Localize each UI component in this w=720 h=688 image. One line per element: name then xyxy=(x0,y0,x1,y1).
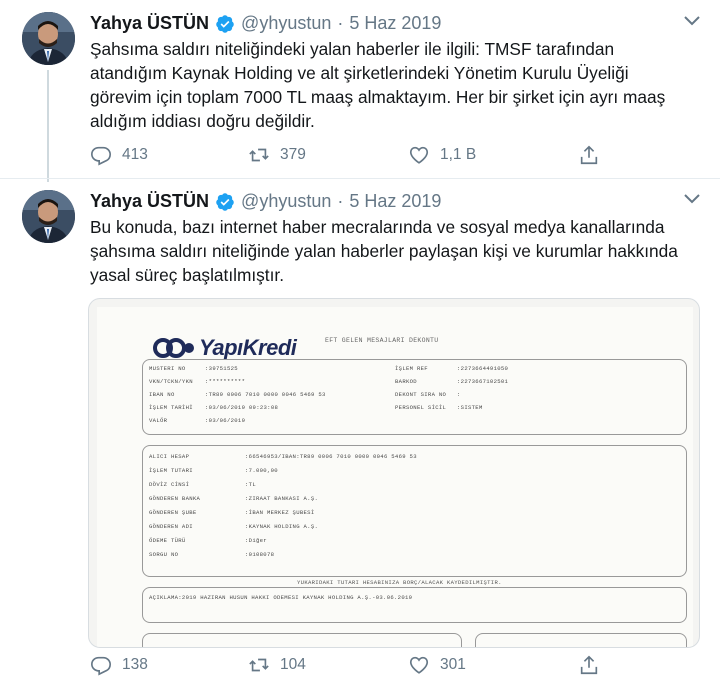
bank-receipt: YapıKredi EFT GELEN MESAJLARI DEKONTU MU… xyxy=(97,307,693,647)
tweet-text-line: görevim için toplam 7000 TL maaş almakta… xyxy=(90,87,666,107)
receipt-value: : xyxy=(457,391,461,398)
yapikredi-logo-mark-icon xyxy=(153,338,194,358)
like-button[interactable]: 301 xyxy=(408,654,466,676)
receipt-value: :********** xyxy=(205,378,246,385)
yapikredi-logo: YapıKredi xyxy=(152,335,297,361)
receipt-value: :39751525 xyxy=(205,365,238,372)
tweet-text-line: atandığım Kaynak Holding ve alt şirketle… xyxy=(90,63,629,83)
receipt-value: :ZIRAAT BANKASI A.Ş. xyxy=(245,495,319,502)
receipt-label: ÖDEME TÜRÜ xyxy=(149,537,186,544)
receipt-value: :Diğer xyxy=(245,537,267,544)
receipt-section-description xyxy=(142,587,687,623)
handle[interactable]: @yhyustun xyxy=(241,13,331,34)
thread-line xyxy=(47,70,49,182)
timestamp[interactable]: 5 Haz 2019 xyxy=(349,191,441,212)
separator: · xyxy=(337,13,344,33)
heart-icon xyxy=(409,656,429,674)
receipt-title: EFT GELEN MESAJLARI DEKONTU xyxy=(325,337,439,344)
share-icon xyxy=(580,655,598,675)
display-name[interactable]: Yahya ÜSTÜN xyxy=(90,191,209,212)
reply-icon xyxy=(91,146,111,166)
receipt-value: :TL xyxy=(245,481,256,488)
chevron-down-icon[interactable] xyxy=(682,14,702,28)
receipt-value: :7.000,00 xyxy=(245,467,278,474)
receipt-label: SORGU NO xyxy=(149,551,179,558)
tweet-text-line: aldığım iddiası doğru değildir. xyxy=(90,111,315,131)
separator: · xyxy=(337,191,344,211)
receipt-label: GÖNDEREN ŞUBE xyxy=(149,509,197,516)
handle[interactable]: @yhyustun xyxy=(241,191,331,212)
receipt-value: :66546953/IBAN:TR89 0006 7010 0000 0046 … xyxy=(245,453,417,460)
receipt-label: DEKONT SIRA NO xyxy=(395,391,447,398)
receipt-label: İŞLEM REF xyxy=(395,365,428,372)
retweet-icon xyxy=(249,658,269,672)
receipt-label: İŞLEM TUTARI xyxy=(149,467,193,474)
like-count: 301 xyxy=(440,656,466,673)
retweet-button[interactable]: 379 xyxy=(248,144,306,166)
tweet[interactable]: Yahya ÜSTÜN @yhyustun · 5 Haz 2019 Şahsı… xyxy=(0,0,720,182)
reply-count: 413 xyxy=(122,146,148,163)
verified-badge-icon xyxy=(216,192,234,211)
retweet-button[interactable]: 104 xyxy=(248,654,306,676)
verified-badge-icon xyxy=(216,14,234,33)
retweet-icon xyxy=(249,148,269,162)
receipt-value: :İBAN MERKEZ ŞUBESİ xyxy=(245,509,315,516)
receipt-value: :SISTEM xyxy=(457,404,483,411)
timestamp[interactable]: 5 Haz 2019 xyxy=(349,13,441,34)
receipt-description: AÇIKLAMA:2019 HAZIRAN HUSUN HAKKI ODEMES… xyxy=(149,594,413,601)
tweet-text: Bu konuda, bazı internet haber mecraları… xyxy=(90,215,700,287)
receipt-value: :03/06/2019 09:23:08 xyxy=(205,404,279,411)
like-count: 1,1 B xyxy=(440,146,477,163)
receipt-label: DÖVİZ CİNSİ xyxy=(149,481,190,488)
receipt-value: :2273667102501 xyxy=(457,378,509,385)
receipt-value: :KAYNAK HOLDING A.Ş. xyxy=(245,523,319,530)
receipt-section-footer xyxy=(475,633,687,647)
receipt-label: İŞLEM TARİHİ xyxy=(149,404,193,411)
receipt-label: BARKOD xyxy=(395,378,417,385)
tweet-text: Şahsıma saldırı niteliğindeki yalan habe… xyxy=(90,37,700,133)
avatar[interactable] xyxy=(22,12,75,65)
receipt-notice: YUKARIDAKI TUTARI HESABINIZA BORÇ/ALACAK… xyxy=(297,579,502,586)
share-icon xyxy=(580,145,598,165)
avatar[interactable] xyxy=(22,190,75,243)
heart-icon xyxy=(409,146,429,164)
receipt-label: GÖNDEREN ADI xyxy=(149,523,193,530)
receipt-section-transfer xyxy=(142,445,687,577)
reply-icon xyxy=(91,656,111,676)
tweet-header: Yahya ÜSTÜN @yhyustun · 5 Haz 2019 xyxy=(90,13,441,34)
receipt-label: MUSTERI NO xyxy=(149,365,186,372)
tweet-text-line: şahsıma saldırı niteliğinde yalan haberl… xyxy=(90,241,678,261)
receipt-label: PERSONEL SİCİL xyxy=(395,404,447,411)
reply-button[interactable]: 138 xyxy=(90,654,148,676)
reply-count: 138 xyxy=(122,656,148,673)
receipt-section-footer xyxy=(142,633,462,647)
receipt-value: :TR89 0006 7010 0000 0046 5469 53 xyxy=(205,391,326,398)
tweet-actions: 138 104 301 xyxy=(90,654,610,678)
share-button[interactable] xyxy=(578,654,610,676)
tweet-header: Yahya ÜSTÜN @yhyustun · 5 Haz 2019 xyxy=(90,191,441,212)
attached-image[interactable]: YapıKredi EFT GELEN MESAJLARI DEKONTU MU… xyxy=(88,298,700,648)
receipt-value: :03/06/2019 xyxy=(205,417,246,424)
receipt-value: :0108078 xyxy=(245,551,275,558)
receipt-label: GÖNDEREN BANKA xyxy=(149,495,201,502)
tweet-actions: 413 379 1,1 B xyxy=(90,144,610,168)
tweet[interactable]: Yahya ÜSTÜN @yhyustun · 5 Haz 2019 Bu ko… xyxy=(0,178,720,688)
receipt-label: VKN/TCKN/YKN xyxy=(149,378,193,385)
tweet-text-line: yasal süreç başlatılmıştır. xyxy=(90,265,285,285)
display-name[interactable]: Yahya ÜSTÜN xyxy=(90,13,209,34)
logo-text: YapıKredi xyxy=(199,335,297,360)
retweet-count: 104 xyxy=(280,656,306,673)
chevron-down-icon[interactable] xyxy=(682,192,702,206)
tweet-text-line: Şahsıma saldırı niteliğindeki yalan habe… xyxy=(90,39,615,59)
receipt-label: IBAN NO xyxy=(149,391,175,398)
receipt-label: ALICI HESAP xyxy=(149,453,190,460)
retweet-count: 379 xyxy=(280,146,306,163)
receipt-value: :2273664491050 xyxy=(457,365,509,372)
like-button[interactable]: 1,1 B xyxy=(408,144,476,166)
reply-button[interactable]: 413 xyxy=(90,144,148,166)
receipt-label: VALÖR xyxy=(149,417,168,424)
share-button[interactable] xyxy=(578,144,610,166)
tweet-text-line: Bu konuda, bazı internet haber mecraları… xyxy=(90,217,665,237)
